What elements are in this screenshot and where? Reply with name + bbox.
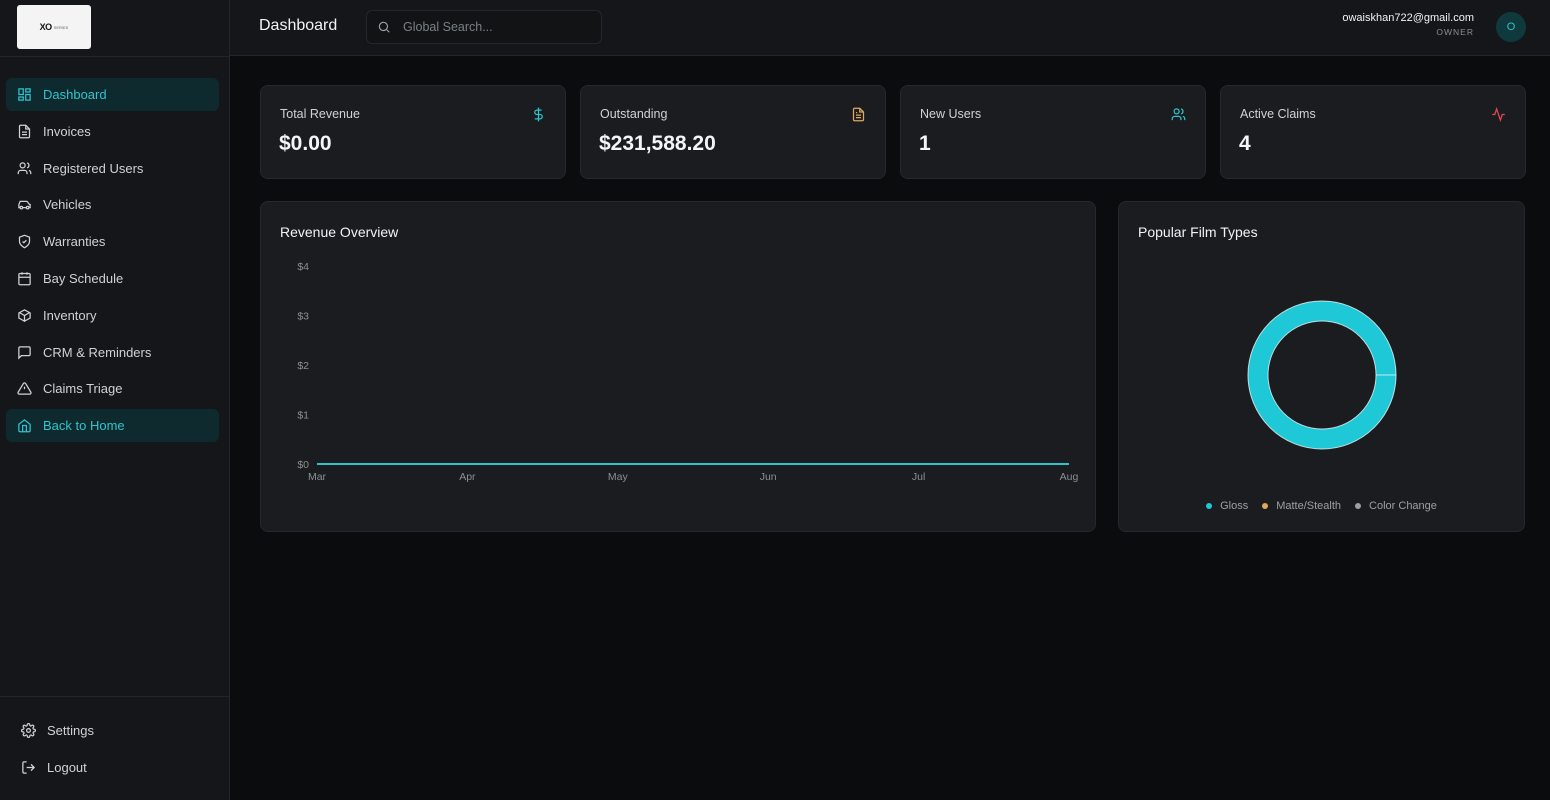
stat-card-active-claims: Active Claims 4: [1220, 85, 1526, 179]
search-icon: [378, 21, 390, 33]
activity-icon: [1492, 107, 1505, 122]
sidebar-item-dashboard[interactable]: Dashboard: [6, 78, 219, 111]
legend-item[interactable]: Gloss: [1206, 500, 1248, 512]
sidebar-item-invoices[interactable]: Invoices: [6, 115, 219, 148]
sidebar-item-label: Vehicles: [43, 197, 92, 213]
sidebar-item-label: Claims Triage: [43, 381, 123, 397]
stat-value: 1: [919, 132, 931, 155]
donut-inner-edge: [1267, 320, 1377, 430]
top-bar: Dashboard owaiskhan722@gmail.com OWNER O: [230, 0, 1550, 56]
sidebar-item-vehicles[interactable]: Vehicles: [6, 188, 219, 221]
legend-label: Color Change: [1369, 500, 1437, 512]
sidebar-item-claims-triage[interactable]: Claims Triage: [6, 372, 219, 405]
global-search[interactable]: [366, 10, 602, 44]
x-tick-label: May: [608, 471, 629, 483]
stat-value: 4: [1239, 132, 1251, 155]
alert-triangle-icon: [17, 382, 32, 396]
x-tick-label: Aug: [1060, 471, 1079, 483]
x-tick-label: Jul: [912, 471, 925, 483]
sidebar-item-label: Bay Schedule: [43, 270, 124, 286]
legend-dot: [1262, 503, 1269, 509]
gear-icon: [21, 723, 36, 738]
x-tick-label: Apr: [459, 471, 476, 483]
brand-logo[interactable]: XO SERIES: [17, 5, 91, 49]
x-tick-label: Jun: [760, 471, 777, 483]
stat-card-total-revenue: Total Revenue $0.00: [260, 85, 566, 179]
sidebar-item-warranties[interactable]: Warranties: [6, 225, 219, 258]
revenue-overview-panel: Revenue Overview $0 $1 $2 $3 $4 Mar Apr May Jun J…: [260, 201, 1096, 532]
legend-item[interactable]: Color Change: [1355, 500, 1437, 512]
sidebar-item-label: Warranties: [43, 234, 106, 250]
legend-item[interactable]: Matte/Stealth: [1262, 500, 1341, 512]
home-icon: [18, 419, 31, 433]
legend-dot: [1206, 503, 1213, 509]
film-types-donut-chart: [1247, 300, 1397, 450]
search-input[interactable]: [403, 20, 593, 34]
dollar-icon: [534, 107, 543, 122]
document-icon: [852, 107, 865, 122]
donut-slice[interactable]: [1248, 301, 1396, 449]
y-tick-label: $2: [297, 360, 309, 372]
file-icon: [18, 124, 31, 139]
logo-text: XO: [39, 22, 53, 32]
sidebar-item-label: CRM & Reminders: [43, 344, 152, 360]
sidebar-bottom: Settings Logout: [0, 696, 229, 786]
logo-area: XO SERIES: [0, 0, 229, 57]
user-role: OWNER: [1436, 27, 1474, 37]
sidebar: XO SERIES Dashboard Invoices Registered …: [0, 0, 230, 800]
y-tick-label: $4: [297, 261, 309, 273]
logo-subtext: SERIES: [53, 24, 69, 30]
y-tick-label: $3: [297, 311, 309, 323]
revenue-line-chart: $0 $1 $2 $3 $4 Mar Apr May Jun Jul Aug: [297, 261, 1079, 483]
y-tick-label: $1: [297, 410, 309, 422]
sidebar-item-bay-schedule[interactable]: Bay Schedule: [6, 262, 219, 295]
stat-label: Active Claims: [1240, 107, 1316, 121]
popular-film-types-panel: Popular Film Types Gloss Matte/Stealth Col…: [1118, 201, 1525, 532]
avatar[interactable]: O: [1496, 12, 1526, 42]
stat-value: $231,588.20: [599, 132, 716, 155]
sidebar-item-crm-reminders[interactable]: CRM & Reminders: [6, 336, 219, 369]
legend-dot: [1355, 503, 1362, 509]
user-email: owaiskhan722@gmail.com: [1342, 12, 1474, 24]
message-icon: [18, 345, 31, 360]
calendar-icon: [18, 272, 31, 286]
sidebar-item-label: Back to Home: [43, 418, 125, 434]
x-tick-label: Mar: [308, 471, 327, 483]
sidebar-item-registered-users[interactable]: Registered Users: [6, 152, 219, 185]
sidebar-item-inventory[interactable]: Inventory: [6, 299, 219, 332]
legend-label: Gloss: [1220, 500, 1249, 512]
users-icon: [17, 161, 32, 174]
users-icon: [1171, 108, 1186, 121]
user-info: owaiskhan722@gmail.com OWNER: [1342, 12, 1474, 37]
shield-icon: [18, 234, 31, 249]
stat-card-outstanding: Outstanding $231,588.20: [580, 85, 886, 179]
stat-card-new-users: New Users 1: [900, 85, 1206, 179]
settings-label: Settings: [47, 723, 94, 738]
page-title: Dashboard: [259, 17, 338, 34]
sidebar-item-back-to-home[interactable]: Back to Home: [6, 409, 219, 443]
box-icon: [18, 308, 31, 322]
y-tick-label: $0: [297, 459, 309, 471]
logout-label: Logout: [47, 760, 87, 775]
sidebar-item-label: Invoices: [43, 123, 91, 139]
stat-label: Outstanding: [600, 107, 668, 121]
sidebar-item-label: Inventory: [43, 307, 97, 323]
logout-button[interactable]: Logout: [0, 749, 229, 786]
sidebar-nav: Dashboard Invoices Registered Users Vehi…: [6, 78, 219, 446]
stat-value: $0.00: [279, 132, 332, 155]
logout-icon: [22, 761, 36, 774]
sidebar-item-label: Dashboard: [43, 87, 107, 102]
stat-label: Total Revenue: [280, 107, 360, 121]
donut-legend: Gloss Matte/Stealth Color Change: [1119, 500, 1524, 512]
sidebar-item-label: Registered Users: [43, 160, 144, 176]
legend-label: Matte/Stealth: [1276, 500, 1342, 512]
grid-icon: [18, 88, 31, 101]
settings-button[interactable]: Settings: [0, 712, 229, 749]
stat-label: New Users: [920, 107, 982, 121]
car-icon: [18, 201, 31, 210]
